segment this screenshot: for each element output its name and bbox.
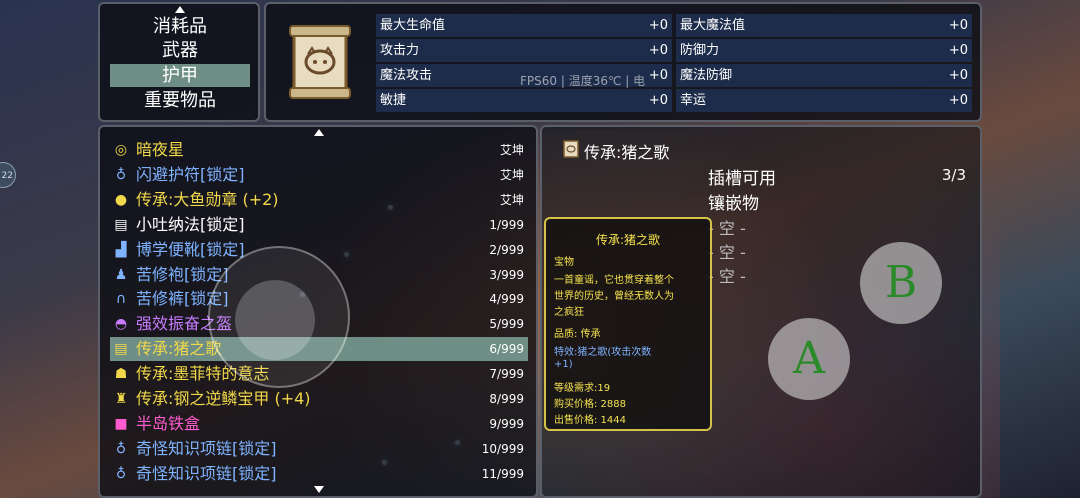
- empty-slot[interactable]: - 空 -: [708, 215, 746, 239]
- helmet-icon: ◓: [114, 316, 128, 333]
- joystick-knob[interactable]: [235, 280, 315, 360]
- detail-title: 传承:猪之歌: [584, 143, 670, 162]
- a-button[interactable]: A: [768, 318, 850, 400]
- tooltip-sell-price: 出售价格: 1444: [554, 415, 626, 426]
- item-count: 艾坤: [499, 192, 524, 207]
- item-name: 奇怪知识项链[锁定]: [136, 438, 277, 458]
- b-button[interactable]: B: [860, 242, 942, 324]
- slot-available-label: 插槽可用: [708, 169, 776, 189]
- box-icon: ■: [114, 415, 128, 432]
- item-name: 传承:大鱼勋章 (+2): [136, 189, 279, 209]
- mask-icon: ☗: [114, 366, 128, 383]
- item-name: 暗夜星: [136, 140, 185, 159]
- item-name: 博学便靴[锁定]: [136, 239, 245, 259]
- tooltip-effect: 特效:猪之歌(攻击次数: [554, 347, 652, 358]
- stat-attack: 攻击力 +0: [376, 39, 672, 62]
- item-row[interactable]: ▤ 小吐纳法[锁定] 1/999: [110, 213, 528, 237]
- pants-icon: ∩: [115, 291, 127, 308]
- robe-icon: ♟: [114, 266, 128, 283]
- item-row[interactable]: ◎ 暗夜星 艾坤: [110, 138, 528, 162]
- tooltip-title: 传承:猪之歌: [595, 233, 661, 247]
- item-count: 11/999: [481, 466, 524, 481]
- scroll-up-arrow-icon[interactable]: [175, 6, 185, 13]
- stat-luck: 幸运 +0: [676, 89, 972, 112]
- category-menu: 消耗品 武器 护甲 重要物品: [98, 2, 260, 122]
- tooltip-description: 世界的历史，曾经无数人为: [554, 291, 674, 302]
- item-count: 艾坤: [499, 167, 524, 182]
- item-name: 苦修袍[锁定]: [136, 264, 229, 284]
- amulet-icon: ♁: [115, 166, 127, 183]
- stats-panel: 最大生命值 +0 攻击力 +0 魔法攻击 +0 敏捷 +0 最大魔法值 +0 防御力 +0 …: [264, 2, 982, 122]
- item-count: 6/999: [489, 342, 524, 357]
- tooltip-type: 宝物: [554, 257, 574, 268]
- item-name: 传承:钢之逆鳞宝甲 (+4): [136, 389, 311, 408]
- tooltip-effect: +1): [554, 359, 573, 370]
- stat-max-hp: 最大生命值 +0: [376, 14, 672, 37]
- stat-defense: 防御力 +0: [676, 39, 972, 62]
- boots-icon: ▟: [115, 241, 127, 258]
- item-name: 传承:猪之歌: [136, 339, 222, 359]
- stat-agility: 敏捷 +0: [376, 89, 672, 112]
- item-count: 3/999: [489, 267, 524, 282]
- category-armor[interactable]: 护甲: [110, 64, 250, 87]
- item-row[interactable]: ♜ 传承:钢之逆鳞宝甲 (+4) 8/999: [110, 387, 528, 411]
- scroll-icon: ▤: [114, 341, 128, 358]
- fps-overlay: FPS60 | 温度36℃ | 电: [520, 74, 646, 88]
- necklace-icon: ♁: [115, 465, 127, 482]
- item-count: 5/999: [489, 317, 524, 332]
- empty-slot[interactable]: - 空 -: [708, 263, 746, 287]
- necklace-icon: ♁: [115, 440, 127, 457]
- item-row[interactable]: ♁ 闪避护符[锁定] 艾坤: [110, 163, 528, 187]
- pig-scroll-icon: [289, 25, 351, 99]
- medal-icon: ●: [114, 191, 128, 208]
- item-count: 4/999: [489, 292, 524, 307]
- category-weapons[interactable]: 武器: [110, 39, 250, 62]
- item-row[interactable]: ● 传承:大鱼勋章 (+2) 艾坤: [110, 188, 528, 212]
- item-row[interactable]: ♁ 奇怪知识项链[锁定] 11/999: [110, 462, 528, 486]
- list-scroll-up-icon[interactable]: [314, 129, 324, 136]
- slot-count: 3/3: [941, 166, 966, 184]
- floating-side-button[interactable]: 22: [0, 162, 16, 188]
- item-name: 小吐纳法[锁定]: [136, 214, 245, 234]
- stat-magic-defense: 魔法防御 +0: [676, 64, 972, 87]
- item-count: 7/999: [489, 367, 524, 382]
- empty-slot[interactable]: - 空 -: [708, 239, 746, 263]
- scroll-icon: ▤: [114, 216, 128, 233]
- item-name: 半岛铁盒: [136, 413, 201, 433]
- tooltip-quality: 品质: 传承: [554, 329, 601, 340]
- item-name: 闪避护符[锁定]: [136, 164, 245, 184]
- ring-icon: ◎: [114, 142, 128, 158]
- category-key-items[interactable]: 重要物品: [110, 89, 250, 112]
- tooltip-description: 之疯狂: [554, 307, 584, 318]
- armor-icon: ♜: [114, 391, 128, 407]
- item-count: 9/999: [489, 416, 524, 431]
- stat-max-mp: 最大魔法值 +0: [676, 14, 972, 37]
- item-count: 8/999: [489, 392, 524, 406]
- item-count: 艾坤: [499, 143, 524, 157]
- tooltip-description: 一首童谣，它也贯穿着整个: [554, 275, 674, 286]
- list-scroll-down-icon[interactable]: [314, 486, 324, 493]
- item-row[interactable]: ♁ 奇怪知识项链[锁定] 10/999: [110, 437, 528, 461]
- tooltip-level: 等级需求:19: [554, 383, 611, 394]
- inlay-label: 镶嵌物: [708, 194, 759, 214]
- item-count: 2/999: [489, 242, 524, 257]
- item-tooltip: 传承:猪之歌 宝物 一首童谣，它也贯穿着整个 世界的历史，曾经无数人为 之疯狂 …: [544, 217, 712, 431]
- pig-scroll-icon: [563, 140, 579, 158]
- category-consumables[interactable]: 消耗品: [110, 15, 250, 38]
- tooltip-buy-price: 购买价格: 2888: [554, 399, 626, 410]
- item-row[interactable]: ■ 半岛铁盒 9/999: [110, 412, 528, 436]
- item-count: 10/999: [481, 441, 524, 456]
- item-count: 1/999: [489, 217, 524, 232]
- item-name: 奇怪知识项链[锁定]: [136, 463, 277, 483]
